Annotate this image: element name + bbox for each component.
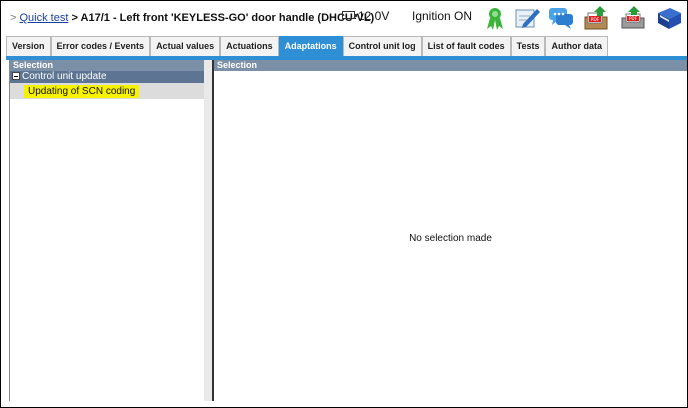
tab-tests[interactable]: Tests [510,36,546,56]
ignition-status: Ignition ON [412,9,473,23]
tree-node-label: Control unit update [22,71,107,82]
header-bar: > Quick test > A17/1 - Left front 'KEYLE… [1,1,687,34]
breadcrumb-separator: > [10,12,17,24]
collapse-icon[interactable] [12,72,20,80]
selection-tree-panel: Selection Control unit update Updating o… [9,60,204,401]
application-window: > Quick test > A17/1 - Left front 'KEYLE… [0,0,688,408]
tree-item-updating-scn-coding[interactable]: Updating of SCN coding [10,83,204,99]
left-panel-header: Selection [10,60,204,71]
edit-note-icon[interactable] [513,5,541,31]
empty-state-message: No selection made [409,233,492,244]
tree-node-control-unit-update[interactable]: Control unit update [10,71,204,83]
chat-icon[interactable] [547,5,575,31]
tab-list-of-fault-codes[interactable]: List of fault codes [421,36,511,56]
svg-text:PDF: PDF [591,17,600,23]
left-panel-scrollbar[interactable] [204,60,212,401]
page-title: > A17/1 - Left front 'KEYLESS-GO' door h… [71,12,375,24]
battery-icon [342,11,357,19]
tab-bar: Version Error codes / Events Actual valu… [6,36,608,57]
tab-error-codes-events[interactable]: Error codes / Events [50,36,151,56]
svg-text:PDF: PDF [629,16,637,21]
selection-detail-panel: Selection No selection made [214,60,687,401]
voltage-indicator: 12.0V [342,9,389,23]
tab-actuations[interactable]: Actuations [220,36,279,56]
tree-item-label: Updating of SCN coding [24,85,140,98]
pdf-upload-icon[interactable]: PDF [582,5,610,31]
tab-actual-values[interactable]: Actual values [150,36,221,56]
quick-test-link[interactable]: Quick test [20,12,69,24]
voltage-value: 12.0V [358,9,390,23]
right-panel-header: Selection [214,60,687,71]
pdf-print-icon[interactable]: PDF [619,5,647,31]
book-icon[interactable] [655,5,683,31]
breadcrumb: > Quick test > A17/1 - Left front 'KEYLE… [10,12,374,24]
tab-version[interactable]: Version [6,36,51,56]
tab-control-unit-log[interactable]: Control unit log [342,36,422,56]
ribbon-icon[interactable] [481,5,509,31]
tab-author-data[interactable]: Author data [545,36,608,56]
tab-adaptations[interactable]: Adaptations [278,36,343,57]
